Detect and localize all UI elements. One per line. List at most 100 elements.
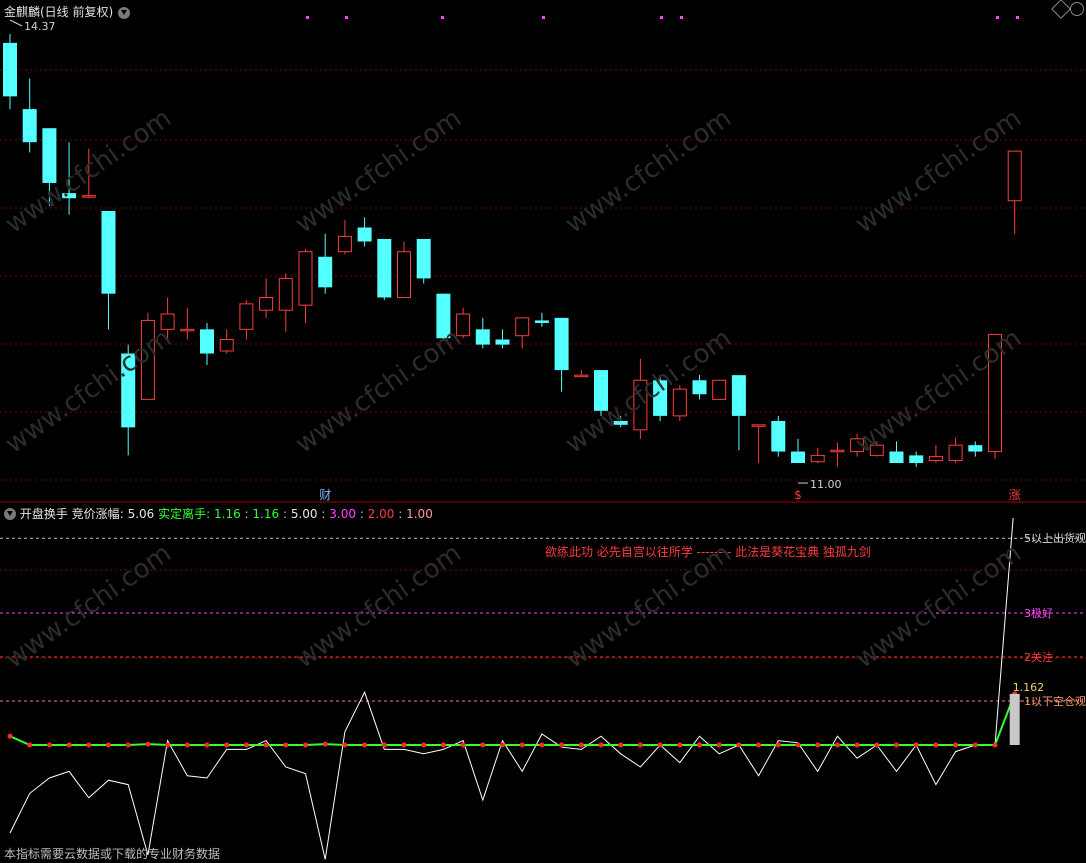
bid-ratio-point [224, 742, 230, 748]
candle-body [101, 210, 116, 294]
candle-body [928, 456, 943, 461]
level-label: 5以上出货观 [1024, 531, 1086, 545]
price-marker: 涨 [1009, 487, 1021, 502]
high-price-label: 14.37 [24, 20, 56, 33]
footer-note: 本指标需要云数据或下载的专业财务数据 [4, 847, 221, 861]
bid-ratio-point [992, 742, 998, 748]
candle-body [1007, 150, 1022, 202]
bid-ratio-point [539, 742, 545, 748]
candle-body [889, 451, 904, 463]
candle-body [3, 42, 17, 97]
candle-body [357, 227, 372, 242]
bid-ratio-point [7, 733, 13, 739]
candle-body [988, 333, 1002, 453]
signal-dot [996, 16, 999, 19]
candle-body [574, 374, 589, 378]
bid-ratio-point [795, 742, 801, 748]
turnover-line [9, 518, 1014, 860]
candle-body [180, 328, 195, 332]
bid-ratio-line [9, 693, 1016, 746]
signal-dot [441, 16, 444, 19]
signal-dot [1016, 16, 1019, 19]
bid-ratio-point [184, 742, 190, 748]
candle-body [298, 251, 313, 306]
bid-ratio-point [874, 742, 880, 748]
bid-ratio-point [598, 742, 604, 748]
bid-ratio-point [953, 742, 959, 748]
bid-ratio-point [125, 742, 131, 748]
bid-ratio-point [972, 742, 978, 748]
candle-body [594, 370, 608, 411]
signal-dot [345, 16, 348, 19]
candle-body [633, 379, 648, 431]
bid-ratio-point [519, 742, 525, 748]
candle-body [850, 438, 865, 453]
bid-ratio-point [342, 742, 348, 748]
bid-ratio-point [854, 742, 860, 748]
bid-ratio-point [440, 742, 446, 748]
candle-body [436, 293, 451, 339]
bid-ratio-point [322, 741, 328, 747]
last-value-bar [1009, 693, 1020, 745]
candle-body [791, 451, 805, 463]
bid-ratio-point [46, 742, 52, 748]
price-marker: $ [794, 488, 802, 502]
candle-body [121, 353, 136, 428]
bid-ratio-point [460, 742, 466, 748]
motto-text: 欲练此功 必先自宫以往所学 -------- 此法是葵花宝典 独孤九剑 [545, 545, 871, 559]
candle-body [909, 455, 924, 463]
candle-body [160, 313, 175, 330]
bid-ratio-point [66, 742, 72, 748]
bid-ratio-point [303, 742, 308, 748]
candle-body [239, 303, 254, 330]
bid-ratio-point [263, 742, 269, 748]
candle-body [653, 380, 668, 416]
candle-body [712, 379, 727, 400]
bid-ratio-point [913, 742, 919, 748]
bid-ratio-point [283, 742, 289, 748]
bid-ratio-point [834, 742, 840, 748]
indicator-chart-panel[interactable]: 5以上出货观 3极好 2关注 1以下空仓观1.162 [0, 518, 1086, 863]
candle-body [731, 375, 746, 416]
bid-ratio-point [578, 742, 584, 748]
bid-ratio-point [697, 742, 702, 748]
bid-ratio-point [243, 742, 249, 748]
candle-body [751, 424, 766, 427]
candle-body [771, 420, 786, 452]
bid-ratio-point [362, 742, 368, 748]
candle-body [42, 128, 57, 183]
candle-body [337, 235, 352, 253]
bid-ratio-point [677, 742, 683, 748]
candle-body [377, 238, 392, 298]
bid-ratio-point [657, 742, 663, 748]
level-label: 1以下空仓观 [1024, 694, 1086, 708]
level-label: 2关注 [1024, 650, 1053, 664]
candle-body [81, 195, 96, 198]
bid-ratio-point [381, 742, 387, 748]
bid-ratio-point [165, 742, 171, 748]
candle-body [692, 380, 707, 395]
bid-ratio-point [500, 742, 505, 748]
candle-body [278, 277, 293, 311]
candle-body [219, 339, 234, 352]
price-chart-panel[interactable]: 14.37 11.00 财 $ 涨 [0, 0, 1086, 503]
candle-body [613, 420, 628, 425]
bid-ratio-point [145, 741, 151, 747]
bid-ratio-point [559, 742, 565, 748]
bid-ratio-point [204, 742, 210, 748]
signal-dot [660, 16, 663, 19]
price-marker: 财 [319, 488, 331, 502]
candle-body [672, 388, 687, 417]
candle-body [416, 238, 431, 279]
signal-dot [680, 16, 683, 19]
candle-body [830, 449, 845, 453]
bid-ratio-point [618, 742, 624, 748]
bid-ratio-point [815, 742, 821, 748]
candle-body [140, 319, 155, 400]
bid-ratio-point [421, 742, 427, 748]
bid-ratio-point [27, 742, 33, 748]
bid-ratio-point [894, 742, 899, 748]
bid-ratio-point [480, 742, 486, 748]
signal-dot [306, 16, 309, 19]
candle-body [968, 445, 983, 452]
